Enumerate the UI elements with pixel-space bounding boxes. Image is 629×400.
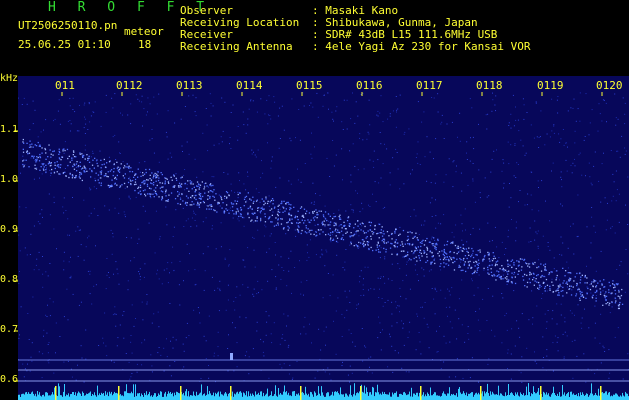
floor-tick <box>600 386 602 400</box>
y-tick-label: 1.0 <box>0 174 19 185</box>
floor-tick <box>230 386 232 400</box>
y-tick-label: 0.7 <box>0 324 19 335</box>
x-tick-label: 0112 <box>116 79 143 92</box>
floor-tick <box>300 386 302 400</box>
carrier-trace <box>22 138 624 310</box>
floor-tick <box>180 386 182 400</box>
floor-tick <box>540 386 542 400</box>
floor-tick <box>360 386 362 400</box>
x-tick-label: 0115 <box>296 79 323 92</box>
x-tick-label: 0116 <box>356 79 383 92</box>
x-tick-label: 0114 <box>236 79 263 92</box>
y-axis-unit: kHz <box>0 73 19 84</box>
noise-speckle <box>18 92 629 383</box>
x-tick-label: 0120 <box>596 79 623 92</box>
x-tick-label: 0113 <box>176 79 203 92</box>
floor-tick <box>420 386 422 400</box>
signal-blip <box>230 353 233 360</box>
y-tick-label: 1.1 <box>0 124 19 135</box>
x-tick-label: 011 <box>55 79 75 92</box>
floor-tick <box>55 386 57 400</box>
x-tick-label: 0119 <box>537 79 564 92</box>
floor-tick <box>480 386 482 400</box>
y-tick-label: 0.8 <box>0 274 19 285</box>
noise-floor <box>18 383 629 400</box>
spectrogram-overlay <box>14 92 629 400</box>
floor-tick <box>118 386 120 400</box>
y-tick-label: 0.9 <box>0 224 19 235</box>
y-tick-label: 0.6 <box>0 374 19 385</box>
x-tick-label: 0117 <box>416 79 443 92</box>
x-tick-label: 0118 <box>476 79 503 92</box>
